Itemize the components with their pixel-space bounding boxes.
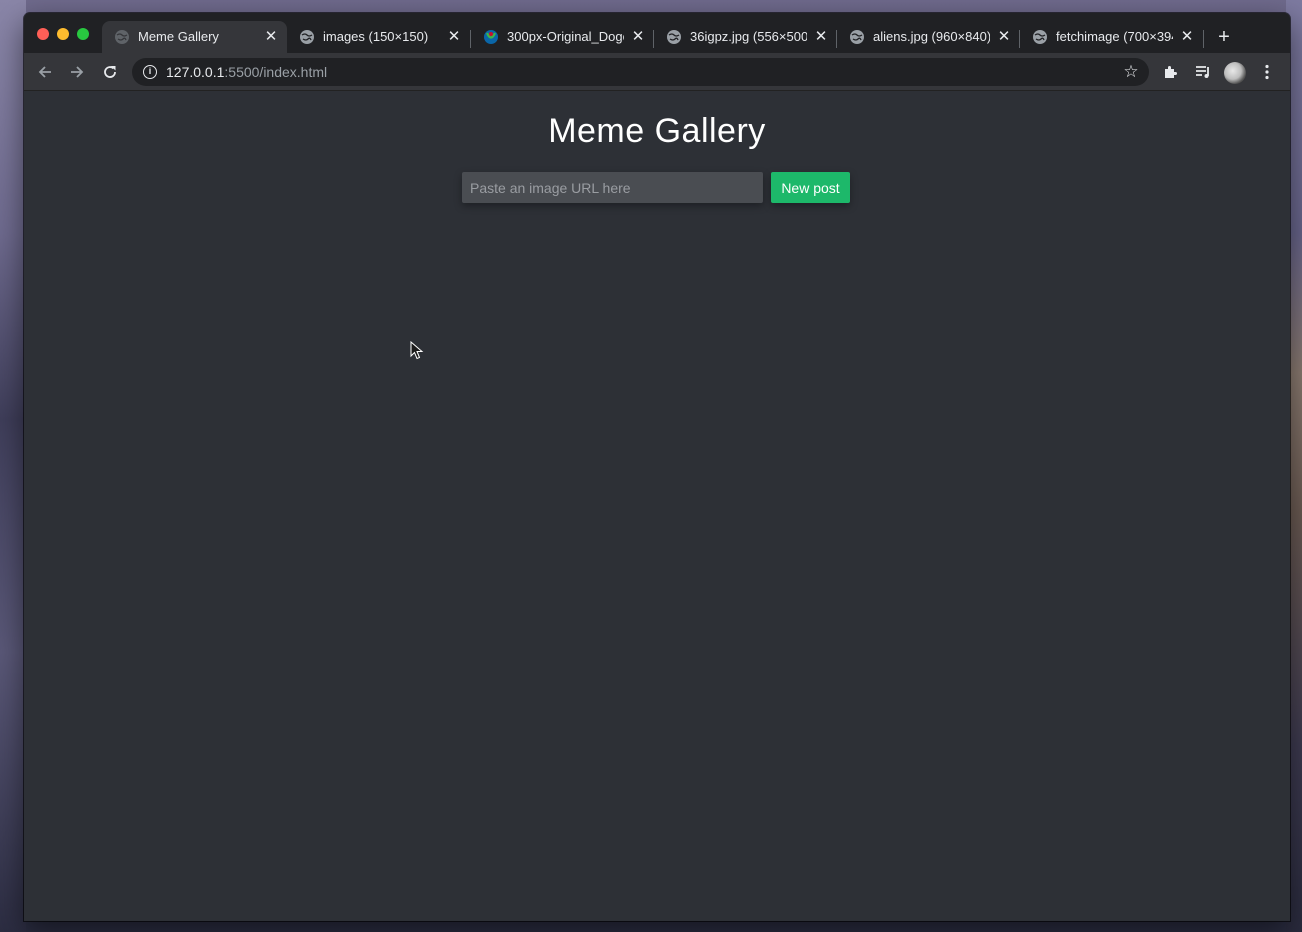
tab-separator: [1203, 30, 1204, 48]
browser-toolbar: i 127.0.0.1:5500/index.html ☆: [24, 53, 1290, 91]
globe-icon: [667, 30, 681, 44]
wikimedia-icon: [484, 30, 498, 44]
window-maximize-button[interactable]: [77, 28, 89, 40]
tab-title: 300px-Original_Doge: [507, 29, 624, 44]
close-icon[interactable]: ✕: [996, 29, 1012, 45]
globe-icon: [1033, 30, 1047, 44]
address-url[interactable]: 127.0.0.1:5500/index.html: [166, 64, 327, 80]
tab-36igpz[interactable]: 36igpz.jpg (556×500) ✕: [654, 21, 837, 53]
back-button[interactable]: [35, 62, 55, 82]
page-title: Meme Gallery: [548, 112, 766, 150]
bookmark-star-icon[interactable]: ☆: [1121, 62, 1141, 82]
info-icon[interactable]: i: [143, 65, 157, 79]
browser-window: Meme Gallery ✕ images (150×150) ✕ 300px-…: [24, 13, 1290, 921]
profile-avatar[interactable]: [1224, 62, 1246, 84]
tab-aliens[interactable]: aliens.jpg (960×840) ✕: [837, 21, 1020, 53]
tab-original-doge[interactable]: 300px-Original_Doge ✕: [471, 21, 654, 53]
close-icon[interactable]: ✕: [630, 29, 646, 45]
arrow-right-icon: [71, 66, 84, 78]
tab-title: images (150×150): [323, 29, 429, 44]
tab-meme-gallery[interactable]: Meme Gallery ✕: [102, 21, 287, 53]
tab-title: 36igpz.jpg (556×500): [690, 29, 807, 44]
desktop-wallpaper-left: [0, 0, 26, 932]
tab-title: fetchimage (700×394): [1056, 29, 1173, 44]
tab-title: Meme Gallery: [138, 29, 219, 44]
window-close-button[interactable]: [37, 28, 49, 40]
more-vert-icon: [1265, 64, 1269, 80]
page-content: Meme Gallery New post: [24, 92, 1290, 921]
reload-button[interactable]: [100, 62, 120, 82]
image-url-input[interactable]: [462, 172, 763, 203]
arrow-left-icon: [38, 66, 51, 78]
globe-icon: [850, 30, 864, 44]
tab-fetchimage[interactable]: fetchimage (700×394) ✕: [1020, 21, 1203, 53]
forward-button[interactable]: [67, 62, 87, 82]
address-bar[interactable]: i 127.0.0.1:5500/index.html ☆: [132, 58, 1149, 86]
window-minimize-button[interactable]: [57, 28, 69, 40]
mouse-cursor-icon: [410, 341, 424, 360]
new-post-button[interactable]: New post: [771, 172, 850, 203]
address-host: 127.0.0.1: [166, 64, 225, 80]
tab-title: aliens.jpg (960×840): [873, 29, 990, 44]
browser-menu-button[interactable]: [1257, 62, 1277, 82]
address-path: :5500/index.html: [224, 64, 328, 80]
close-icon[interactable]: ✕: [446, 29, 462, 45]
globe-icon: [300, 30, 314, 44]
extensions-button[interactable]: [1161, 62, 1181, 82]
close-icon[interactable]: ✕: [263, 29, 279, 45]
tab-strip: Meme Gallery ✕ images (150×150) ✕ 300px-…: [24, 13, 1290, 53]
close-icon[interactable]: ✕: [813, 29, 829, 45]
new-tab-button[interactable]: +: [1214, 27, 1234, 47]
puzzle-icon: [1165, 66, 1177, 78]
tab-images[interactable]: images (150×150) ✕: [287, 21, 470, 53]
playlist-icon: [1196, 66, 1209, 78]
globe-icon: [115, 30, 129, 44]
close-icon[interactable]: ✕: [1179, 29, 1195, 45]
reload-icon: [104, 66, 116, 78]
media-controls-button[interactable]: [1193, 62, 1213, 82]
